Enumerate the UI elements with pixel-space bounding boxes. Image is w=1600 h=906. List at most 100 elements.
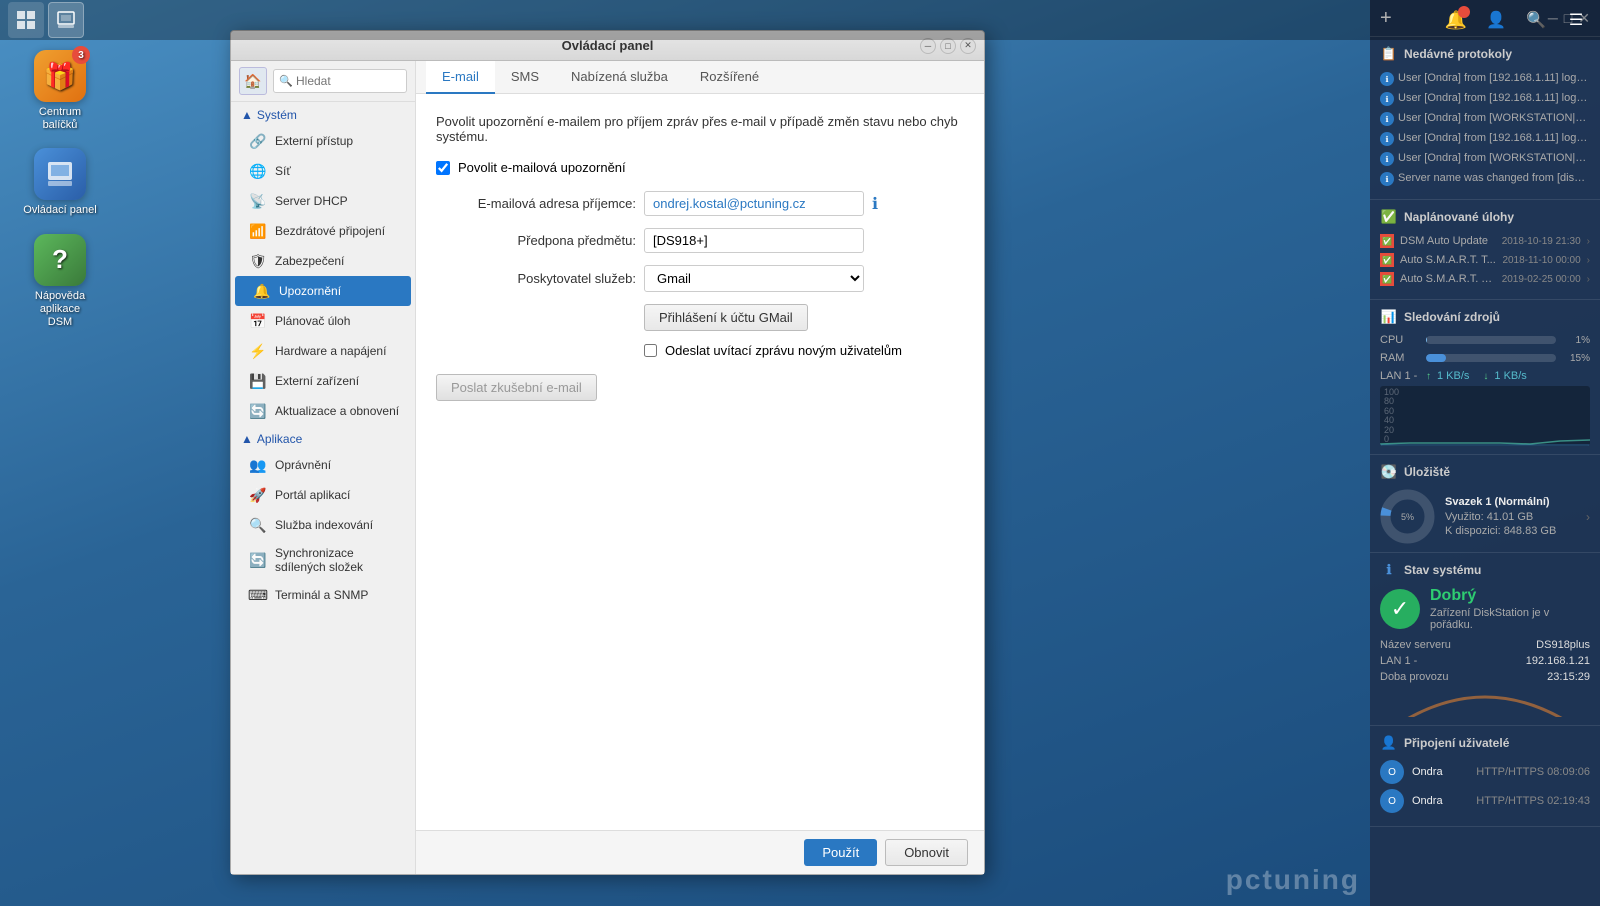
tab-offered-service[interactable]: Nabízená služba bbox=[555, 61, 684, 94]
sidebar-section-apps[interactable]: ▲ Aplikace bbox=[231, 426, 415, 450]
sidebar-item-network[interactable]: 🌐 Síť bbox=[231, 156, 415, 186]
lan-down-arrow: ↓ bbox=[1483, 371, 1488, 382]
tab-sms[interactable]: SMS bbox=[495, 61, 555, 94]
search-taskbar-icon[interactable]: 🔍 bbox=[1520, 4, 1552, 36]
email-field-row: E-mailová adresa příjemce: ℹ bbox=[456, 191, 964, 216]
tab-email[interactable]: E-mail bbox=[426, 61, 495, 94]
gmail-login-btn[interactable]: Přihlášení k účtu GMail bbox=[644, 304, 808, 331]
sidebar-item-dhcp[interactable]: 📡 Server DHCP bbox=[231, 186, 415, 216]
status-row: ✓ Dobrý Zařízení DiskStation je v pořádk… bbox=[1380, 587, 1590, 631]
cp-tabs: E-mail SMS Nabízená služba Rozšířené bbox=[416, 61, 984, 94]
desktop-icon-packages[interactable]: 🎁 3 Centrumbalíčků bbox=[20, 50, 100, 132]
cp-main-content: E-mail SMS Nabízená služba Rozšířené Pov… bbox=[416, 61, 984, 874]
packages-label: Centrumbalíčků bbox=[39, 106, 81, 132]
server-name-row: Název serveru DS918plus bbox=[1380, 639, 1590, 651]
user-connection-row: O Ondra HTTP/HTTPS 02:19:43 bbox=[1380, 789, 1590, 813]
sidebar-item-external-access[interactable]: 🔗 Externí přístup bbox=[231, 126, 415, 156]
lan-info-value: 192.168.1.21 bbox=[1526, 655, 1590, 667]
log-item: ℹ Server name was changed from [diskstat… bbox=[1380, 171, 1590, 186]
log-dot-icon: ℹ bbox=[1380, 152, 1394, 166]
lan-info-row: LAN 1 - 192.168.1.21 bbox=[1380, 655, 1590, 667]
tab-advanced[interactable]: Rozšířené bbox=[684, 61, 775, 94]
task-expand-icon[interactable]: › bbox=[1587, 236, 1590, 247]
grid-app-icon[interactable] bbox=[8, 2, 44, 38]
sidebar-search-icon: 🔍 bbox=[279, 75, 293, 88]
subject-prefix-input[interactable] bbox=[644, 228, 864, 253]
sidebar-item-label: Server DHCP bbox=[275, 194, 348, 208]
external-devices-icon: 💾 bbox=[249, 372, 267, 390]
resources-icon: 📊 bbox=[1380, 308, 1398, 326]
menu-taskbar-icon[interactable]: ☰ bbox=[1560, 4, 1592, 36]
sidebar-section-system[interactable]: ▲ Systém bbox=[231, 102, 415, 126]
sidebar-item-label: Služba indexování bbox=[275, 518, 373, 532]
rp-recent-logs-section: 📋 Nedávné protokoly ℹ User [Ondra] from … bbox=[1370, 37, 1600, 200]
storage-expand-icon[interactable]: › bbox=[1586, 510, 1590, 524]
email-input[interactable] bbox=[644, 191, 864, 216]
rp-user-connections-section: 👤 Připojení uživatelé O Ondra HTTP/HTTPS… bbox=[1370, 726, 1600, 827]
server-name-value: DS918plus bbox=[1536, 639, 1590, 651]
task-expand-icon[interactable]: › bbox=[1587, 255, 1590, 266]
sidebar-item-task-scheduler[interactable]: 📅 Plánovač úloh bbox=[231, 306, 415, 336]
send-test-email-btn[interactable]: Poslat zkušební e-mail bbox=[436, 374, 597, 401]
watermark: pctuning bbox=[1226, 864, 1360, 896]
provider-select[interactable]: Gmail Yahoo Custom bbox=[644, 265, 864, 292]
cpu-value: 1% bbox=[1562, 335, 1590, 346]
email-info-icon[interactable]: ℹ bbox=[872, 194, 878, 214]
sidebar-item-label: Bezdrátové připojení bbox=[275, 224, 385, 238]
app-portal-icon: 🚀 bbox=[249, 486, 267, 504]
cpu-resource-row: CPU 1% bbox=[1380, 334, 1590, 346]
lan-info-label: LAN 1 - bbox=[1380, 655, 1417, 667]
taskbar-left bbox=[0, 2, 84, 38]
sidebar-item-app-portal[interactable]: 🚀 Portál aplikací bbox=[231, 480, 415, 510]
cp-sidebar: 🏠 🔍 ▲ Systém 🔗 Externí přístup 🌐 Síť bbox=[231, 61, 416, 874]
log-item: ℹ User [Ondra] from [WORKSTATION|192.16.… bbox=[1380, 111, 1590, 126]
storage-used: Využito: 41.01 GB bbox=[1445, 511, 1556, 523]
reset-btn[interactable]: Obnovit bbox=[885, 839, 968, 866]
network-icon: 🌐 bbox=[249, 162, 267, 180]
section-system-chevron: ▲ bbox=[241, 108, 253, 122]
desktop-icon-control-panel[interactable]: Ovládací panel bbox=[20, 148, 100, 217]
task-expand-icon[interactable]: › bbox=[1587, 274, 1590, 285]
task-item: ✅ Auto S.M.A.R.T. T... 2019-02-25 00:00 … bbox=[1380, 272, 1590, 286]
sidebar-item-label: Terminál a SNMP bbox=[275, 588, 368, 602]
sidebar-item-indexing[interactable]: 🔍 Služba indexování bbox=[231, 510, 415, 540]
user-connection-row: O Ondra HTTP/HTTPS 08:09:06 bbox=[1380, 760, 1590, 784]
rp-system-status-section: ℹ Stav systému ✓ Dobrý Zařízení DiskStat… bbox=[1370, 553, 1600, 726]
log-dot-icon: ℹ bbox=[1380, 172, 1394, 186]
task-scheduler-icon: 📅 bbox=[249, 312, 267, 330]
lan-down-value: 1 KB/s bbox=[1494, 370, 1526, 382]
sidebar-item-updates[interactable]: 🔄 Aktualizace a obnovení bbox=[231, 396, 415, 426]
section-apps-label: Aplikace bbox=[257, 432, 302, 446]
sidebar-item-external-devices[interactable]: 💾 Externí zařízení bbox=[231, 366, 415, 396]
sidebar-item-label: Plánovač úloh bbox=[275, 314, 350, 328]
notification-taskbar-icon[interactable]: 🔔 bbox=[1440, 4, 1472, 36]
uptime-row: Doba provozu 23:15:29 bbox=[1380, 671, 1590, 683]
cp-taskbar-app[interactable] bbox=[48, 2, 84, 38]
log-item: ℹ User [Ondra] from [192.168.1.11] logge… bbox=[1380, 91, 1590, 106]
sidebar-item-sync-folders[interactable]: 🔄 Synchronizace sdílených složek bbox=[231, 540, 415, 580]
user-name: Ondra bbox=[1412, 795, 1468, 807]
sidebar-item-wireless[interactable]: 📶 Bezdrátové připojení bbox=[231, 216, 415, 246]
email-field-label: E-mailová adresa příjemce: bbox=[456, 196, 636, 211]
user-taskbar-icon[interactable]: 👤 bbox=[1480, 4, 1512, 36]
rp-status-title: ℹ Stav systému bbox=[1380, 561, 1590, 579]
sidebar-item-label: Portál aplikací bbox=[275, 488, 350, 502]
cp-tab-content: Povolit upozornění e-mailem pro příjem z… bbox=[416, 94, 984, 830]
cpu-label: CPU bbox=[1380, 334, 1420, 346]
rp-logs-title: 📋 Nedávné protokoly bbox=[1380, 45, 1590, 63]
welcome-msg-checkbox[interactable] bbox=[644, 344, 657, 357]
sidebar-search-input[interactable] bbox=[273, 69, 407, 93]
sidebar-item-hardware[interactable]: ⚡ Hardware a napájení bbox=[231, 336, 415, 366]
sidebar-item-permissions[interactable]: 👥 Oprávnění bbox=[231, 450, 415, 480]
enable-email-checkbox[interactable] bbox=[436, 161, 450, 175]
storage-info: Svazek 1 (Normální) Využito: 41.01 GB K … bbox=[1445, 496, 1556, 537]
taskbar-right: 🔔 👤 🔍 ☰ bbox=[1440, 4, 1600, 36]
sidebar-item-security[interactable]: 🛡 Zabezpečení bbox=[231, 246, 415, 276]
sidebar-item-terminal[interactable]: ⌨ Terminál a SNMP bbox=[231, 580, 415, 610]
sidebar-item-notifications[interactable]: 🔔 Upozornění bbox=[235, 276, 411, 306]
sidebar-home-btn[interactable]: 🏠 bbox=[239, 67, 267, 95]
rp-storage-title: 💽 Úložiště bbox=[1380, 463, 1590, 481]
apply-btn[interactable]: Použít bbox=[804, 839, 877, 866]
rp-resource-monitor-section: 📊 Sledování zdrojů CPU 1% RAM 15% LAN 1 … bbox=[1370, 300, 1600, 455]
desktop-icon-dsm-help[interactable]: ? Nápověda aplikaceDSM bbox=[20, 234, 100, 330]
